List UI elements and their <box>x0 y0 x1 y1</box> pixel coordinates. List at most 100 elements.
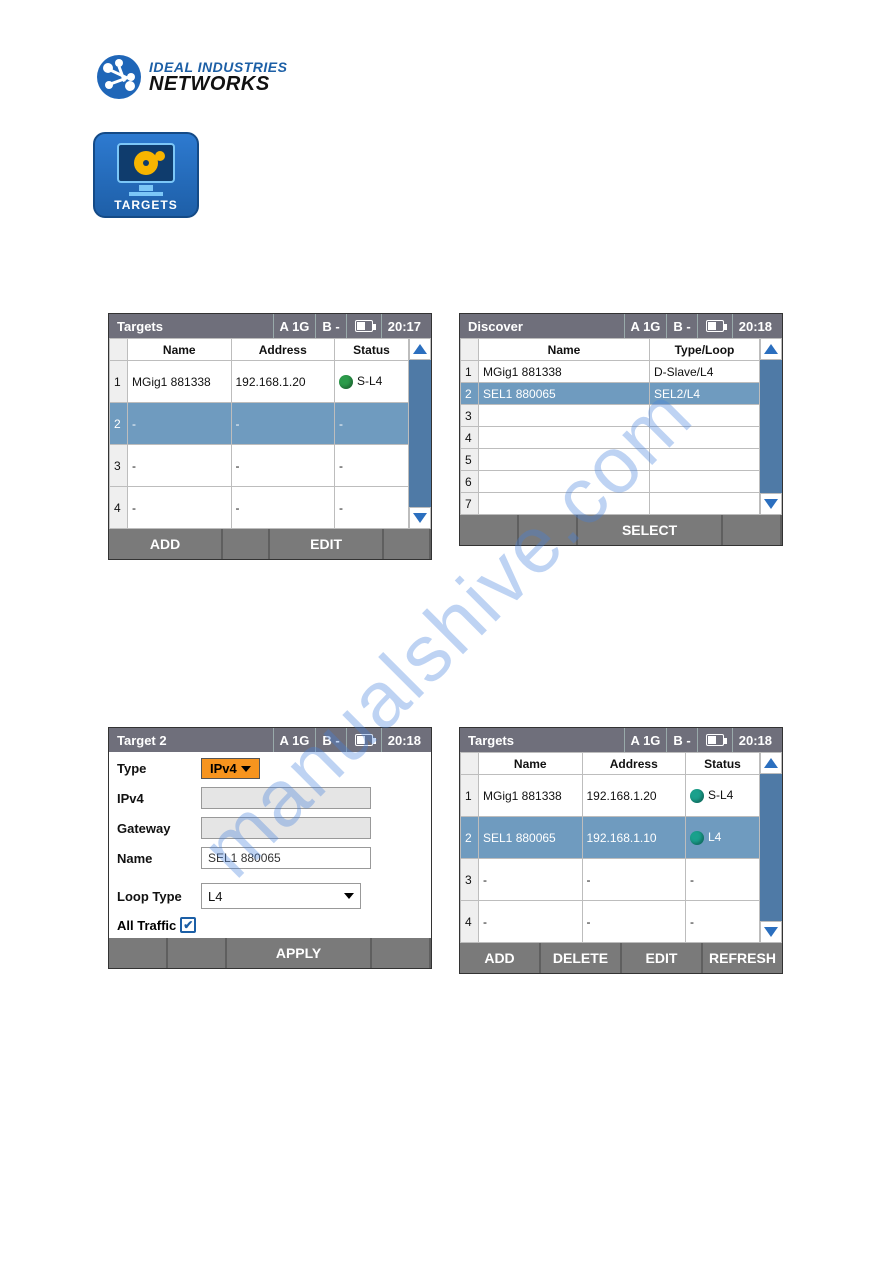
col-type: Type/Loop <box>650 339 760 361</box>
scroll-up-button[interactable] <box>760 338 782 360</box>
table-row[interactable]: 5 <box>461 449 760 471</box>
row-index: 6 <box>461 471 479 493</box>
scroll-down-button[interactable] <box>760 921 782 943</box>
all-traffic-checkbox[interactable]: All Traffic ✔ <box>117 917 196 933</box>
type-value: IPv4 <box>210 761 237 776</box>
cell-type: SEL2/L4 <box>650 383 760 405</box>
table-row[interactable]: 2 SEL1 880065 SEL2/L4 <box>461 383 760 405</box>
table-row[interactable]: 1 MGig1 881338 192.168.1.20 S-L4 <box>461 775 760 817</box>
label-name: Name <box>117 851 195 866</box>
cell-name: MGig1 881338 <box>479 361 650 383</box>
cell-address: - <box>231 403 335 445</box>
cell-status: - <box>335 445 409 487</box>
panel-title: Discover <box>464 319 624 334</box>
row-index: 1 <box>110 361 128 403</box>
scrollbar-track[interactable] <box>409 360 431 507</box>
port-a-status: A 1G <box>273 728 316 752</box>
cell-name: SEL1 880065 <box>479 817 583 859</box>
cell-name: - <box>128 445 232 487</box>
edit-button[interactable]: EDIT <box>270 529 384 559</box>
add-button[interactable]: ADD <box>109 529 223 559</box>
table-row[interactable]: 3 - - - <box>461 859 760 901</box>
panel-header: Targets A 1G B - 20:18 <box>460 728 782 752</box>
brand-line1: IDEAL INDUSTRIES <box>149 60 287 74</box>
panel-title: Targets <box>113 319 273 334</box>
type-select[interactable]: IPv4 <box>201 758 260 779</box>
table-row[interactable]: 2 SEL1 880065 192.168.1.10 L4 <box>461 817 760 859</box>
cell-address: - <box>582 859 686 901</box>
chevron-down-icon <box>764 499 778 509</box>
cell-status: L4 <box>686 817 760 859</box>
panel-header: Target 2 A 1G B - 20:18 <box>109 728 431 752</box>
port-b-status: B - <box>315 314 345 338</box>
select-button[interactable]: SELECT <box>578 515 723 545</box>
chevron-down-icon <box>241 766 251 772</box>
battery-icon <box>346 314 381 338</box>
chevron-down-icon <box>764 927 778 937</box>
table-row[interactable]: 3 <box>461 405 760 427</box>
cell-name: SEL1 880065 <box>479 383 650 405</box>
table-row[interactable]: 4 - - - <box>110 487 409 529</box>
chevron-up-icon <box>413 344 427 354</box>
cell-address: - <box>582 901 686 943</box>
scroll-up-button[interactable] <box>409 338 431 360</box>
add-button[interactable]: ADD <box>460 943 541 973</box>
port-b-status: B - <box>666 314 696 338</box>
table-row[interactable]: 4 - - - <box>461 901 760 943</box>
panel-title: Targets <box>464 733 624 748</box>
table-row[interactable]: 2 - - - <box>110 403 409 445</box>
cell-address: - <box>231 445 335 487</box>
chevron-up-icon <box>764 758 778 768</box>
port-b-status: B - <box>666 728 696 752</box>
clock: 20:18 <box>732 314 778 338</box>
monitor-icon <box>117 143 175 183</box>
table-row[interactable]: 1 MGig1 881338 192.168.1.20 S-L4 <box>110 361 409 403</box>
scrollbar-track[interactable] <box>760 774 782 921</box>
targets-table: Name Address Status 1 MGig1 881338 192.1… <box>109 338 409 529</box>
name-input[interactable] <box>201 847 371 869</box>
table-row[interactable]: 3 - - - <box>110 445 409 487</box>
port-a-status: A 1G <box>273 314 316 338</box>
scrollbar-track[interactable] <box>760 360 782 493</box>
row-index: 2 <box>461 817 479 859</box>
apply-button[interactable]: APPLY <box>227 938 372 968</box>
battery-icon <box>697 314 732 338</box>
brand-line2: NETWORKS <box>149 74 287 94</box>
ipv4-input[interactable] <box>201 787 371 809</box>
row-index: 5 <box>461 449 479 471</box>
label-all-traffic: All Traffic <box>117 918 176 933</box>
table-row[interactable]: 4 <box>461 427 760 449</box>
refresh-button[interactable]: REFRESH <box>703 943 782 973</box>
row-index: 3 <box>461 859 479 901</box>
targets-app-icon[interactable]: TARGETS <box>93 132 199 218</box>
table-row[interactable]: 1 MGig1 881338 D-Slave/L4 <box>461 361 760 383</box>
col-name: Name <box>479 339 650 361</box>
cell-name: - <box>128 403 232 445</box>
scroll-down-button[interactable] <box>409 507 431 529</box>
gear-icon <box>155 151 165 161</box>
col-name: Name <box>479 753 583 775</box>
edit-button[interactable]: EDIT <box>622 943 703 973</box>
battery-icon <box>346 728 381 752</box>
panel-targets: Targets A 1G B - 20:17 Name Address Stat… <box>108 313 432 560</box>
table-row[interactable]: 7 <box>461 493 760 515</box>
table-row[interactable]: 6 <box>461 471 760 493</box>
scroll-down-button[interactable] <box>760 493 782 515</box>
scroll-up-button[interactable] <box>760 752 782 774</box>
clock: 20:17 <box>381 314 427 338</box>
chevron-up-icon <box>764 344 778 354</box>
cell-status: S-L4 <box>686 775 760 817</box>
col-address: Address <box>231 339 335 361</box>
row-index: 2 <box>110 403 128 445</box>
col-address: Address <box>582 753 686 775</box>
gateway-input[interactable] <box>201 817 371 839</box>
panel-targets-updated: Targets A 1G B - 20:18 Name Address Stat… <box>459 727 783 974</box>
loop-type-select[interactable]: L4 <box>201 883 361 909</box>
cell-status: S-L4 <box>335 361 409 403</box>
status-ok-icon <box>690 789 704 803</box>
battery-icon <box>697 728 732 752</box>
chevron-down-icon <box>344 893 354 899</box>
discover-table: Name Type/Loop 1 MGig1 881338 D-Slave/L4… <box>460 338 760 515</box>
delete-button[interactable]: DELETE <box>541 943 622 973</box>
label-ipv4: IPv4 <box>117 791 195 806</box>
